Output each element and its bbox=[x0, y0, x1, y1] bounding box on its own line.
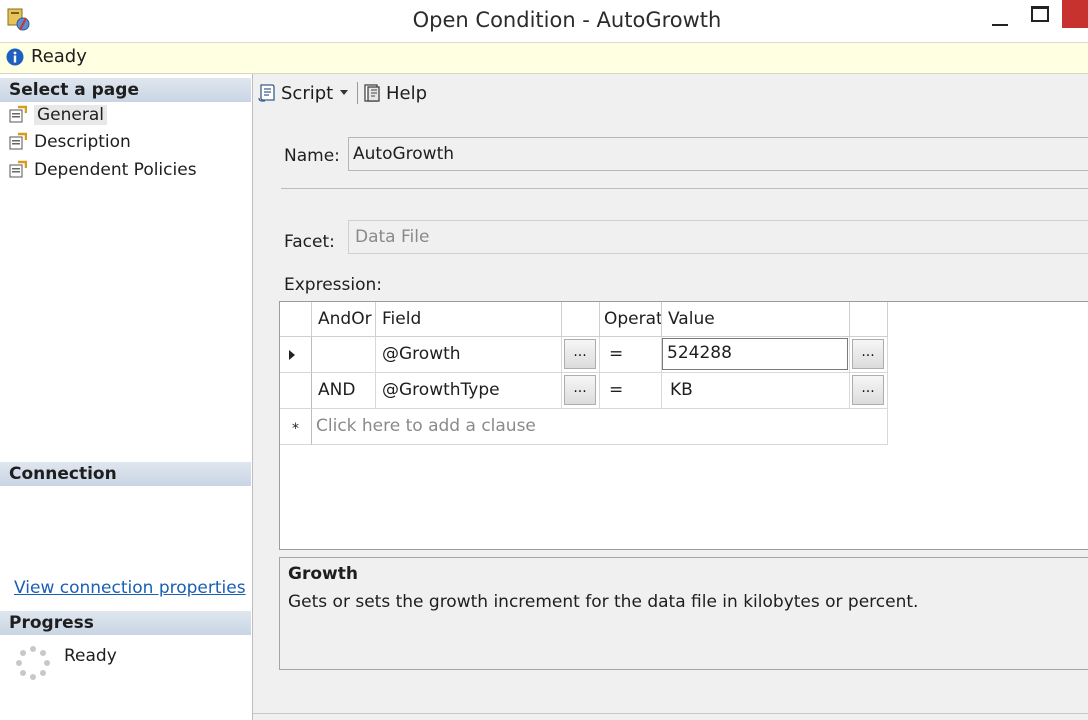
column-header-value[interactable]: Value bbox=[662, 302, 850, 337]
column-header-field[interactable]: Field bbox=[376, 302, 562, 337]
progress-spinner-icon bbox=[16, 646, 50, 680]
column-header-andor[interactable]: AndOr bbox=[312, 302, 376, 337]
row-field-button-cell: ... bbox=[562, 373, 600, 409]
row-andor-cell[interactable]: AND bbox=[312, 373, 376, 409]
expression-grid[interactable]: AndOr Field Operator Value @Growth ... =… bbox=[279, 301, 1088, 550]
progress-text: Ready bbox=[64, 646, 117, 666]
connection-header: Connection bbox=[0, 462, 251, 486]
row-value-button-cell: ... bbox=[850, 337, 888, 373]
field-ellipsis-button[interactable]: ... bbox=[564, 339, 596, 369]
description-panel bbox=[279, 557, 1088, 670]
row-value-cell[interactable]: 524288 bbox=[662, 337, 850, 373]
name-label: Name: bbox=[284, 146, 340, 166]
grid-corner bbox=[280, 302, 312, 337]
expression-label: Expression: bbox=[284, 275, 383, 295]
bottom-border bbox=[253, 713, 1088, 714]
script-icon bbox=[258, 84, 275, 102]
maximize-button[interactable] bbox=[1024, 2, 1054, 30]
close-button[interactable] bbox=[1062, 0, 1088, 28]
form-separator bbox=[281, 188, 1088, 189]
script-label: Script bbox=[281, 83, 334, 104]
facet-label: Facet: bbox=[284, 232, 335, 252]
row-value-cell[interactable]: KB bbox=[662, 373, 850, 409]
value-ellipsis-button[interactable]: ... bbox=[852, 375, 884, 405]
page-item-general[interactable]: General bbox=[9, 103, 107, 127]
row-field-cell[interactable]: @GrowthType bbox=[376, 373, 562, 409]
page-item-dependent-policies[interactable]: Dependent Policies bbox=[9, 158, 197, 182]
help-book-icon bbox=[364, 84, 380, 102]
field-ellipsis-button[interactable]: ... bbox=[564, 375, 596, 405]
current-row-arrow-icon bbox=[289, 350, 295, 360]
column-header-value-button bbox=[850, 302, 888, 337]
row-header[interactable] bbox=[280, 337, 312, 373]
row-operator-cell[interactable]: = bbox=[600, 337, 662, 373]
row-field-button-cell: ... bbox=[562, 337, 600, 373]
add-clause-row[interactable]: Click here to add a clause bbox=[312, 409, 888, 445]
page-item-label: Dependent Policies bbox=[34, 160, 197, 180]
row-value-button-cell: ... bbox=[850, 373, 888, 409]
new-row-marker: * bbox=[280, 409, 312, 445]
value-edit-box[interactable]: 524288 bbox=[662, 338, 848, 370]
status-text: Ready bbox=[31, 46, 87, 67]
description-title: Growth bbox=[288, 564, 358, 584]
window-title: Open Condition - AutoGrowth bbox=[412, 8, 722, 32]
minimize-button[interactable] bbox=[984, 6, 1014, 34]
facet-field: Data File bbox=[348, 220, 1088, 254]
page-settings-icon bbox=[9, 105, 27, 123]
column-header-field-button bbox=[562, 302, 600, 337]
row-field-cell[interactable]: @Growth bbox=[376, 337, 562, 373]
info-icon bbox=[6, 48, 24, 66]
name-input[interactable] bbox=[348, 137, 1088, 171]
page-settings-icon bbox=[9, 160, 27, 178]
script-button[interactable]: Script bbox=[257, 81, 333, 107]
toolbar-separator bbox=[357, 82, 358, 104]
page-item-label: Description bbox=[34, 132, 131, 152]
help-button[interactable]: Help bbox=[362, 81, 427, 107]
row-andor-cell[interactable] bbox=[312, 337, 376, 373]
row-operator-cell[interactable]: = bbox=[600, 373, 662, 409]
page-settings-icon bbox=[9, 132, 27, 150]
page-item-description[interactable]: Description bbox=[9, 130, 131, 154]
page-item-label: General bbox=[34, 105, 107, 125]
value-ellipsis-button[interactable]: ... bbox=[852, 339, 884, 369]
view-connection-properties-link[interactable]: View connection properties bbox=[14, 577, 246, 599]
select-page-header: Select a page bbox=[0, 78, 251, 102]
description-text: Gets or sets the growth increment for th… bbox=[288, 592, 919, 612]
column-header-operator[interactable]: Operator bbox=[600, 302, 662, 337]
script-dropdown-arrow[interactable] bbox=[340, 90, 348, 95]
progress-header: Progress bbox=[0, 611, 251, 635]
row-header[interactable] bbox=[280, 373, 312, 409]
help-label: Help bbox=[386, 83, 428, 104]
status-bar bbox=[0, 43, 1088, 74]
